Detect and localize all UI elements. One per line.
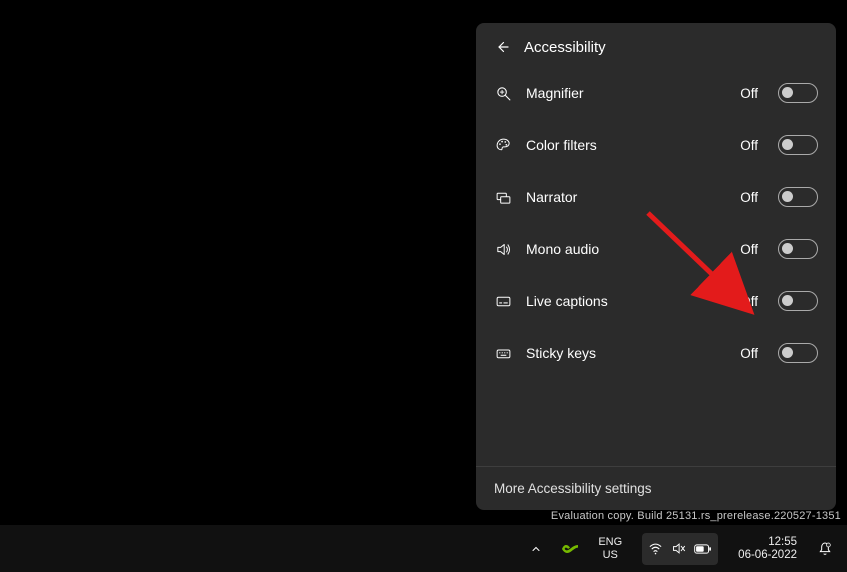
notifications-button[interactable] <box>809 525 841 572</box>
sticky-keys-icon <box>494 344 512 362</box>
more-accessibility-settings-link[interactable]: More Accessibility settings <box>494 481 818 496</box>
battery-icon <box>694 543 712 555</box>
toggle-state: Off <box>740 138 758 153</box>
taskbar: ENG US 12:55 06-06-2022 <box>0 525 847 572</box>
toggle-state: Off <box>740 86 758 101</box>
toggle-state: Off <box>740 346 758 361</box>
row-label: Live captions <box>526 293 726 309</box>
toggle-state: Off <box>740 190 758 205</box>
back-button[interactable] <box>492 37 512 57</box>
chevron-up-icon <box>530 543 542 555</box>
row-color-filters[interactable]: Color filters Off <box>476 119 836 171</box>
clock-date: 06-06-2022 <box>738 549 797 562</box>
narrator-icon <box>494 188 512 206</box>
row-sticky-keys[interactable]: Sticky keys Off <box>476 327 836 379</box>
toggle-state: Off <box>740 242 758 257</box>
row-label: Narrator <box>526 189 726 205</box>
row-label: Magnifier <box>526 85 726 101</box>
row-magnifier[interactable]: Magnifier Off <box>476 67 836 119</box>
tray-nvidia[interactable] <box>554 525 586 572</box>
live-captions-toggle[interactable] <box>778 291 818 311</box>
magnifier-toggle[interactable] <box>778 83 818 103</box>
row-narrator[interactable]: Narrator Off <box>476 171 836 223</box>
language-indicator[interactable]: ENG US <box>590 525 630 572</box>
back-arrow-icon <box>493 38 511 56</box>
row-live-captions[interactable]: Live captions Off <box>476 275 836 327</box>
panel-header: Accessibility <box>476 23 836 67</box>
bell-icon <box>817 541 833 557</box>
row-mono-audio[interactable]: Mono audio Off <box>476 223 836 275</box>
wifi-icon <box>648 541 663 556</box>
mono-audio-toggle[interactable] <box>778 239 818 259</box>
magnifier-icon <box>494 84 512 102</box>
panel-title: Accessibility <box>524 39 606 56</box>
lang-bottom: US <box>598 549 622 561</box>
panel-footer: More Accessibility settings <box>476 466 836 510</box>
lang-top: ENG <box>598 536 622 548</box>
nvidia-icon <box>562 543 578 555</box>
evaluation-watermark: Evaluation copy. Build 25131.rs_prerelea… <box>551 510 841 522</box>
volume-muted-icon <box>671 541 686 556</box>
accessibility-panel: Accessibility Magnifier Off Color filter… <box>476 23 836 510</box>
mono-audio-icon <box>494 240 512 258</box>
clock-time: 12:55 <box>738 536 797 549</box>
toggle-state: Off <box>740 294 758 309</box>
row-label: Mono audio <box>526 241 726 257</box>
quick-settings-button[interactable] <box>634 525 726 572</box>
live-captions-icon <box>494 292 512 310</box>
clock[interactable]: 12:55 06-06-2022 <box>730 525 805 572</box>
tray-chevron-up[interactable] <box>522 525 550 572</box>
row-label: Color filters <box>526 137 726 153</box>
color-filters-toggle[interactable] <box>778 135 818 155</box>
row-label: Sticky keys <box>526 345 726 361</box>
narrator-toggle[interactable] <box>778 187 818 207</box>
color-filters-icon <box>494 136 512 154</box>
sticky-keys-toggle[interactable] <box>778 343 818 363</box>
